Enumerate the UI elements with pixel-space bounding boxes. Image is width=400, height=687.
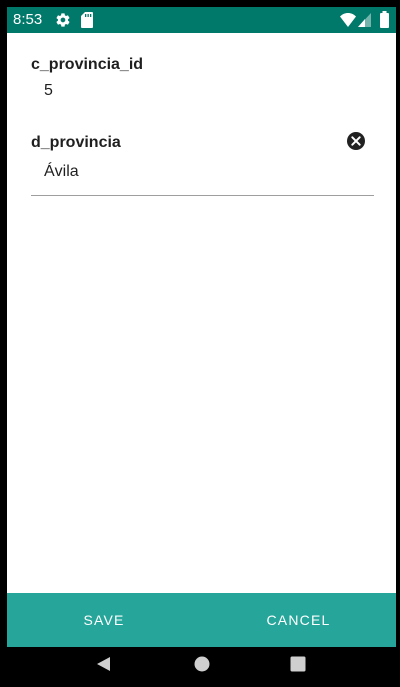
sd-card-icon — [81, 12, 93, 28]
recents-icon[interactable] — [290, 656, 306, 672]
action-bar: SAVE CANCEL — [7, 593, 396, 647]
status-time: 8:53 — [13, 11, 43, 28]
status-bar: 8:53 — [7, 7, 396, 33]
home-icon[interactable] — [194, 656, 210, 672]
battery-icon — [380, 11, 389, 28]
field-value-c-provincia-id: 5 — [44, 82, 53, 99]
screen: 8:53 c_provincia_id 5 d_provincia Ávila … — [7, 7, 396, 680]
gear-icon — [56, 13, 70, 27]
clear-circle-icon[interactable] — [346, 131, 366, 151]
device-frame: 8:53 c_provincia_id 5 d_provincia Ávila … — [0, 0, 400, 687]
d-provincia-input[interactable]: Ávila — [44, 162, 79, 182]
save-button[interactable]: SAVE — [7, 593, 201, 647]
form-content: c_provincia_id 5 d_provincia Ávila — [7, 33, 396, 593]
cancel-button[interactable]: CANCEL — [201, 593, 396, 647]
wifi-icon — [340, 13, 356, 27]
navigation-bar — [7, 647, 396, 680]
field-label-c-provincia-id: c_provincia_id — [31, 56, 144, 73]
signal-icon — [358, 13, 371, 27]
back-icon[interactable] — [95, 656, 111, 672]
input-underline — [31, 195, 374, 196]
field-label-d-provincia: d_provincia — [31, 134, 121, 151]
